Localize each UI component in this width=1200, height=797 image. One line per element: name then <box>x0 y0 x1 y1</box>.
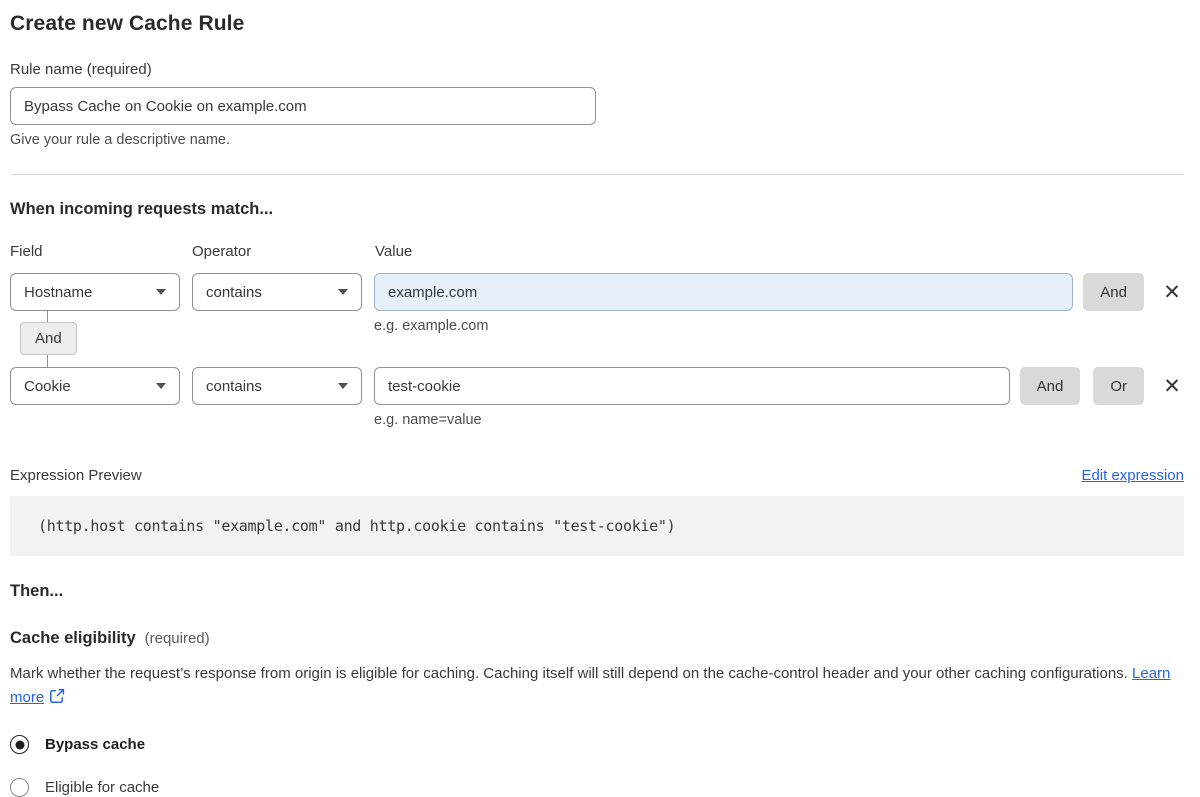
cache-eligibility-heading-row: Cache eligibility (required) <box>10 629 1184 648</box>
expression-preview-label: Expression Preview <box>10 467 142 484</box>
value-column: e.g. name=value <box>374 367 1010 428</box>
edit-expression-link[interactable]: Edit expression <box>1081 467 1184 484</box>
radio-option-bypass-cache[interactable]: Bypass cache <box>10 735 145 754</box>
radio-option-eligible-for-cache[interactable]: Eligible for cache <box>10 778 159 797</box>
value-hint: e.g. name=value <box>374 412 482 428</box>
expression-preview-header: Expression Preview Edit expression <box>10 467 1184 484</box>
field-select-value: Cookie <box>24 377 71 395</box>
condition-column-labels: Field Operator Value <box>10 243 1184 260</box>
operator-select[interactable]: contains <box>192 367 362 405</box>
field-select[interactable]: Hostname <box>10 273 180 311</box>
radio-button-icon[interactable] <box>10 735 29 754</box>
chevron-down-icon <box>338 383 348 389</box>
external-link-icon <box>49 688 65 712</box>
rule-name-label: Rule name (required) <box>10 61 152 78</box>
and-button[interactable]: And <box>1083 273 1144 311</box>
connector-and-button[interactable]: And <box>20 322 77 355</box>
operator-select-value: contains <box>206 377 262 395</box>
expression-code-block: (http.host contains "example.com" and ht… <box>10 496 1184 556</box>
radio-button-icon[interactable] <box>10 778 29 797</box>
create-cache-rule-page: Create new Cache Rule Rule name (require… <box>0 0 1200 797</box>
remove-condition-button[interactable]: ✕ <box>1160 273 1184 311</box>
field-select[interactable]: Cookie <box>10 367 180 405</box>
required-note: (required) <box>144 630 210 647</box>
row-actions: And Or <box>1019 367 1144 405</box>
operator-select-value: contains <box>206 283 262 301</box>
condition-row: Cookie contains e.g. name=value And Or ✕ <box>10 367 1184 428</box>
operator-select[interactable]: contains <box>192 273 362 311</box>
chevron-down-icon <box>156 289 166 295</box>
field-column-label: Field <box>10 243 43 260</box>
rule-name-helper: Give your rule a descriptive name. <box>10 132 231 148</box>
section-divider <box>10 174 1184 175</box>
or-button[interactable]: Or <box>1093 367 1144 405</box>
close-icon: ✕ <box>1163 374 1181 398</box>
chevron-down-icon <box>338 289 348 295</box>
remove-condition-button[interactable]: ✕ <box>1160 367 1184 405</box>
description-text: Mark whether the request’s response from… <box>10 665 1128 682</box>
rule-name-input[interactable] <box>10 87 596 125</box>
and-button[interactable]: And <box>1019 367 1081 405</box>
value-input[interactable] <box>374 273 1074 311</box>
match-heading: When incoming requests match... <box>10 200 274 218</box>
value-column-label: Value <box>375 243 413 260</box>
page-title: Create new Cache Rule <box>10 12 245 35</box>
cache-eligibility-description: Mark whether the request’s response from… <box>10 662 1175 712</box>
operator-column-label: Operator <box>192 243 252 260</box>
close-icon: ✕ <box>1163 280 1181 304</box>
value-input[interactable] <box>374 367 1010 405</box>
chevron-down-icon <box>156 383 166 389</box>
radio-label: Bypass cache <box>45 736 146 753</box>
row-actions: And <box>1083 273 1144 311</box>
field-select-value: Hostname <box>24 283 93 301</box>
condition-connector: And <box>10 310 1184 367</box>
cache-eligibility-heading: Cache eligibility <box>10 629 136 647</box>
radio-label: Eligible for cache <box>45 779 160 796</box>
then-heading: Then... <box>10 582 64 600</box>
